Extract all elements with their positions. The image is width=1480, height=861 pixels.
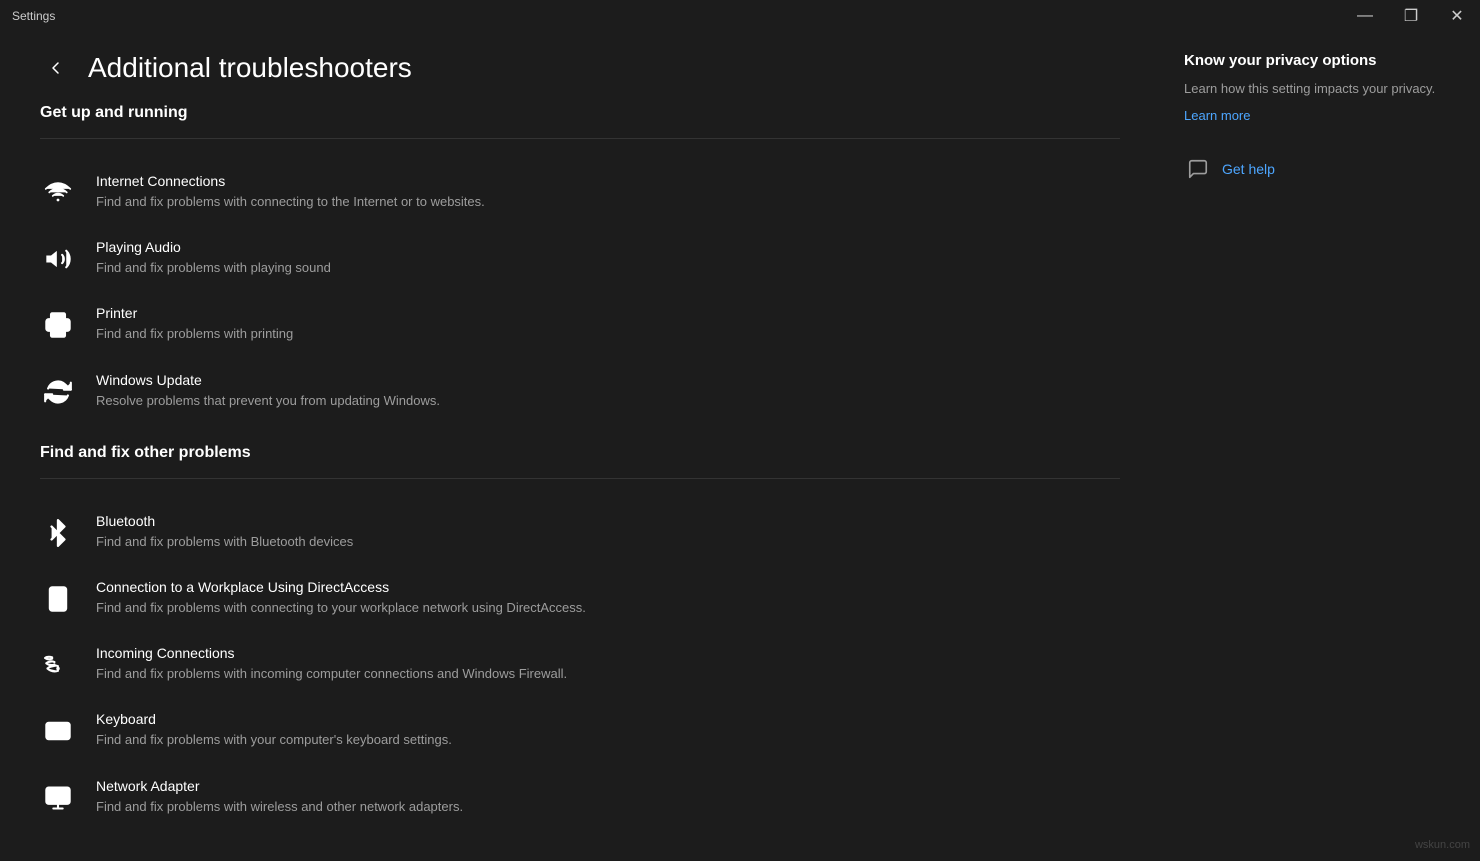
item-desc-internet: Find and fix problems with connecting to… [96, 193, 1120, 211]
update-icon [40, 374, 76, 410]
item-name-bluetooth: Bluetooth [96, 513, 1120, 529]
network-icon [40, 780, 76, 816]
item-text-network: Network Adapter Find and fix problems wi… [96, 778, 1120, 816]
learn-more-link[interactable]: Learn more [1184, 108, 1250, 123]
title-bar-controls: — ❐ ✕ [1342, 0, 1480, 32]
list-item[interactable]: Windows Update Resolve problems that pre… [40, 358, 1120, 424]
list-item[interactable]: Connection to a Workplace Using DirectAc… [40, 565, 1120, 631]
sidebar-privacy-title: Know your privacy options [1184, 52, 1456, 69]
item-name-network: Network Adapter [96, 778, 1120, 794]
item-desc-bluetooth: Find and fix problems with Bluetooth dev… [96, 533, 1120, 551]
list-item[interactable]: Printer Find and fix problems with print… [40, 291, 1120, 357]
printer-icon [40, 307, 76, 343]
watermark: wskun.com [1415, 839, 1470, 851]
directaccess-icon [40, 581, 76, 617]
item-name-keyboard: Keyboard [96, 711, 1120, 727]
item-name-update: Windows Update [96, 372, 1120, 388]
item-name-incoming: Incoming Connections [96, 645, 1120, 661]
content-area: Additional troubleshooters Get up and ru… [0, 32, 1480, 861]
item-text-update: Windows Update Resolve problems that pre… [96, 372, 1120, 410]
keyboard-icon [40, 713, 76, 749]
bluetooth-icon [40, 515, 76, 551]
item-desc-update: Resolve problems that prevent you from u… [96, 392, 1120, 410]
title-bar-left: Settings [12, 9, 55, 23]
item-text-incoming: Incoming Connections Find and fix proble… [96, 645, 1120, 683]
list-item[interactable]: Bluetooth Find and fix problems with Blu… [40, 499, 1120, 565]
item-text-directaccess: Connection to a Workplace Using DirectAc… [96, 579, 1120, 617]
app-title: Settings [12, 9, 55, 23]
get-help-icon [1184, 155, 1212, 183]
window: Settings — ❐ ✕ Additional troubleshooter… [0, 0, 1480, 861]
item-text-printer: Printer Find and fix problems with print… [96, 305, 1120, 343]
item-desc-audio: Find and fix problems with playing sound [96, 259, 1120, 277]
item-desc-directaccess: Find and fix problems with connecting to… [96, 599, 1120, 617]
section-title-1: Get up and running [40, 104, 1120, 122]
back-icon [49, 61, 63, 75]
main-content: Additional troubleshooters Get up and ru… [0, 32, 1160, 861]
list-item[interactable]: Internet Connections Find and fix proble… [40, 159, 1120, 225]
section-get-up-running: Get up and running Internet Connections [40, 104, 1120, 424]
item-desc-keyboard: Find and fix problems with your computer… [96, 731, 1120, 749]
item-name-internet: Internet Connections [96, 173, 1120, 189]
item-desc-network: Find and fix problems with wireless and … [96, 798, 1120, 816]
close-button[interactable]: ✕ [1434, 0, 1480, 32]
get-help-label[interactable]: Get help [1222, 161, 1275, 177]
item-name-printer: Printer [96, 305, 1120, 321]
item-name-directaccess: Connection to a Workplace Using DirectAc… [96, 579, 1120, 595]
list-item[interactable]: Incoming Connections Find and fix proble… [40, 631, 1120, 697]
wifi-icon [40, 175, 76, 211]
page-title: Additional troubleshooters [88, 52, 412, 84]
item-desc-printer: Find and fix problems with printing [96, 325, 1120, 343]
item-text-bluetooth: Bluetooth Find and fix problems with Blu… [96, 513, 1120, 551]
minimize-button[interactable]: — [1342, 0, 1388, 32]
section-title-2: Find and fix other problems [40, 444, 1120, 462]
list-item[interactable]: Network Adapter Find and fix problems wi… [40, 764, 1120, 830]
audio-icon [40, 241, 76, 277]
sidebar: Know your privacy options Learn how this… [1160, 32, 1480, 861]
item-desc-incoming: Find and fix problems with incoming comp… [96, 665, 1120, 683]
list-item[interactable]: Keyboard Find and fix problems with your… [40, 697, 1120, 763]
item-text-internet: Internet Connections Find and fix proble… [96, 173, 1120, 211]
back-button[interactable] [40, 52, 72, 84]
divider-1 [40, 138, 1120, 139]
title-bar: Settings — ❐ ✕ [0, 0, 1480, 32]
back-header: Additional troubleshooters [40, 52, 1120, 84]
incoming-icon [40, 647, 76, 683]
item-text-keyboard: Keyboard Find and fix problems with your… [96, 711, 1120, 749]
get-help-container[interactable]: Get help [1184, 155, 1456, 183]
restore-button[interactable]: ❐ [1388, 0, 1434, 32]
divider-2 [40, 478, 1120, 479]
section-find-fix-other: Find and fix other problems Bluetooth Fi… [40, 444, 1120, 830]
sidebar-privacy-desc: Learn how this setting impacts your priv… [1184, 79, 1456, 99]
item-text-audio: Playing Audio Find and fix problems with… [96, 239, 1120, 277]
list-item[interactable]: Playing Audio Find and fix problems with… [40, 225, 1120, 291]
item-name-audio: Playing Audio [96, 239, 1120, 255]
